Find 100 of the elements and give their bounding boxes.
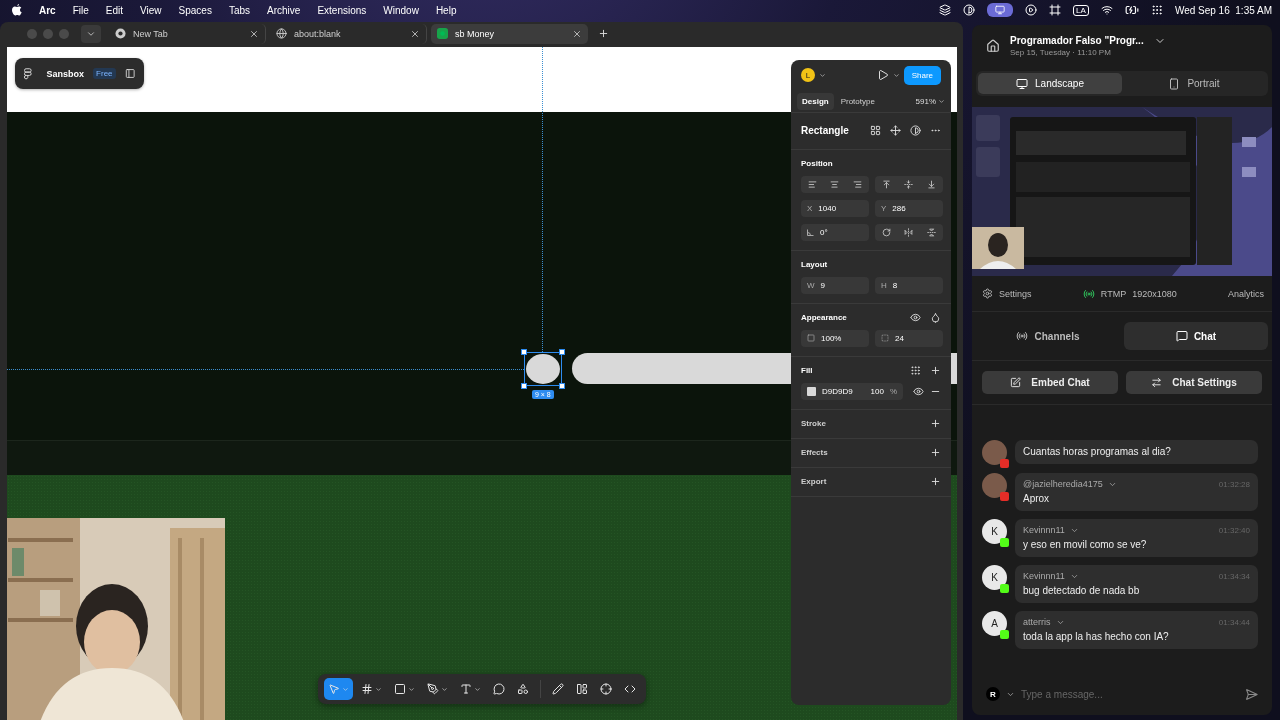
wifi-icon[interactable] (1100, 4, 1113, 16)
menu-item[interactable]: View (140, 4, 162, 16)
flip-horizontal-icon[interactable] (904, 227, 914, 237)
panel-tab[interactable]: Prototype (835, 92, 880, 110)
flip-vertical-icon[interactable] (927, 227, 937, 237)
height-field[interactable]: H 8 (875, 276, 943, 294)
pen-icon (427, 683, 439, 695)
caret-icon (819, 71, 826, 79)
control-center-icon[interactable] (1150, 4, 1163, 16)
x-field[interactable]: X 1040 (801, 199, 869, 217)
align-left-icon[interactable] (807, 179, 817, 189)
send-icon[interactable] (1245, 687, 1258, 701)
username[interactable]: atterris (1023, 617, 1051, 627)
resize-handle[interactable] (521, 383, 527, 389)
clock[interactable]: Wed Sep 16 1:35 AM (1174, 4, 1272, 16)
align-middle-icon[interactable] (904, 179, 914, 189)
resize-handle[interactable] (521, 349, 527, 355)
file-name[interactable]: Sansbox (46, 68, 85, 79)
sender-avatar[interactable]: R (986, 687, 1000, 701)
battery-icon[interactable] (1124, 3, 1139, 17)
resize-handle[interactable] (559, 383, 565, 389)
width-field[interactable]: W 9 (801, 276, 869, 294)
menu-item[interactable]: Tabs (228, 4, 251, 16)
apple-icon (12, 4, 22, 16)
text-icon (460, 683, 472, 695)
username[interactable]: @jazielheredia4175 (1023, 479, 1103, 489)
input-source[interactable]: LA (1073, 4, 1089, 16)
rotate-icon[interactable] (881, 227, 891, 237)
y-field[interactable]: Y 286 (875, 199, 943, 217)
contrast-icon[interactable] (910, 124, 921, 136)
view-tab[interactable]: Channels (976, 322, 1120, 350)
user-avatar[interactable]: L (801, 68, 815, 82)
tool-button[interactable] (324, 678, 353, 700)
orientation-option[interactable]: Landscape (978, 73, 1122, 94)
section-title: Layout (801, 259, 828, 269)
monitor-icon (995, 5, 1006, 15)
view-tab[interactable]: Chat (1124, 322, 1268, 350)
browser-tab[interactable]: sb Money (431, 23, 588, 44)
hash-icon (361, 683, 373, 695)
username[interactable]: Kevinnn11 (1023, 571, 1065, 581)
message-input[interactable]: Type a message... (1021, 688, 1239, 700)
caret-icon (342, 685, 349, 693)
chat-icon (1175, 330, 1188, 342)
styles-icon[interactable] (910, 364, 921, 376)
section-title: Export (801, 476, 827, 486)
add-icon[interactable] (930, 446, 941, 458)
stream-title[interactable]: Programador Falso "Progr... (1010, 35, 1144, 46)
align-right-icon[interactable] (853, 179, 863, 189)
channels-icon (1016, 330, 1029, 342)
code-icon (624, 683, 636, 695)
menu-item[interactable]: Archive (267, 4, 301, 16)
browser-tab[interactable]: about:blank (270, 23, 427, 44)
settings-icon (982, 288, 993, 299)
comment-icon (493, 683, 505, 695)
orientation-option[interactable]: Portrait (1122, 73, 1266, 94)
menu-item[interactable]: Edit (105, 4, 124, 16)
zoom-level[interactable]: 591% (915, 96, 936, 106)
settings-link[interactable]: Settings (982, 288, 1032, 299)
menu-item[interactable]: Spaces (178, 4, 212, 16)
add-icon[interactable] (930, 364, 941, 376)
chat-action-button[interactable]: Chat Settings (1126, 371, 1262, 394)
username[interactable]: Kevinnn11 (1023, 525, 1065, 535)
close-icon[interactable] (572, 28, 582, 39)
align-top-icon[interactable] (881, 179, 891, 189)
browser-tab[interactable]: New Tab (109, 23, 266, 44)
menu-item[interactable]: Help (435, 4, 457, 16)
play-icon[interactable] (1025, 4, 1038, 16)
eye-icon[interactable] (910, 311, 921, 323)
eye-icon[interactable] (913, 385, 924, 397)
close-icon[interactable] (410, 28, 420, 39)
message-text: bug detectado de nada bb (1023, 585, 1141, 596)
fill-field[interactable]: D9D9D9 100 % (801, 382, 903, 400)
layers-icon[interactable] (939, 4, 952, 16)
add-icon[interactable] (930, 475, 941, 487)
section-title: Appearance (801, 312, 847, 322)
panel-tab[interactable]: Design (797, 92, 834, 110)
chat-action-button[interactable]: Embed Chat (982, 371, 1118, 394)
resize-handle[interactable] (559, 349, 565, 355)
analytics-link[interactable]: Analytics (1228, 288, 1264, 299)
sidebar-toggle-icon[interactable] (124, 68, 135, 79)
screen-share-button[interactable] (987, 3, 1014, 17)
play-icon[interactable] (876, 69, 889, 81)
opacity-field[interactable]: 100% (801, 329, 869, 347)
menu-item[interactable]: Extensions (317, 4, 367, 16)
close-icon[interactable] (249, 28, 259, 39)
menu-item[interactable]: File (72, 4, 89, 16)
rotation-field[interactable]: 0° (801, 223, 869, 241)
radius-field[interactable]: 24 (875, 329, 943, 347)
home-icon[interactable] (986, 39, 1000, 53)
droplet-icon[interactable] (930, 311, 941, 323)
menu-item[interactable]: Window (383, 4, 419, 16)
new-tab-button[interactable] (598, 28, 609, 39)
grid-icon[interactable] (870, 124, 881, 136)
caret-icon (441, 685, 448, 693)
align-center-icon[interactable] (830, 179, 840, 189)
align-bottom-icon[interactable] (927, 179, 937, 189)
app-menu[interactable]: Arc (39, 4, 56, 16)
section-title: Effects (801, 447, 828, 457)
video-platform-icon (1000, 492, 1009, 501)
add-icon[interactable] (930, 417, 941, 429)
